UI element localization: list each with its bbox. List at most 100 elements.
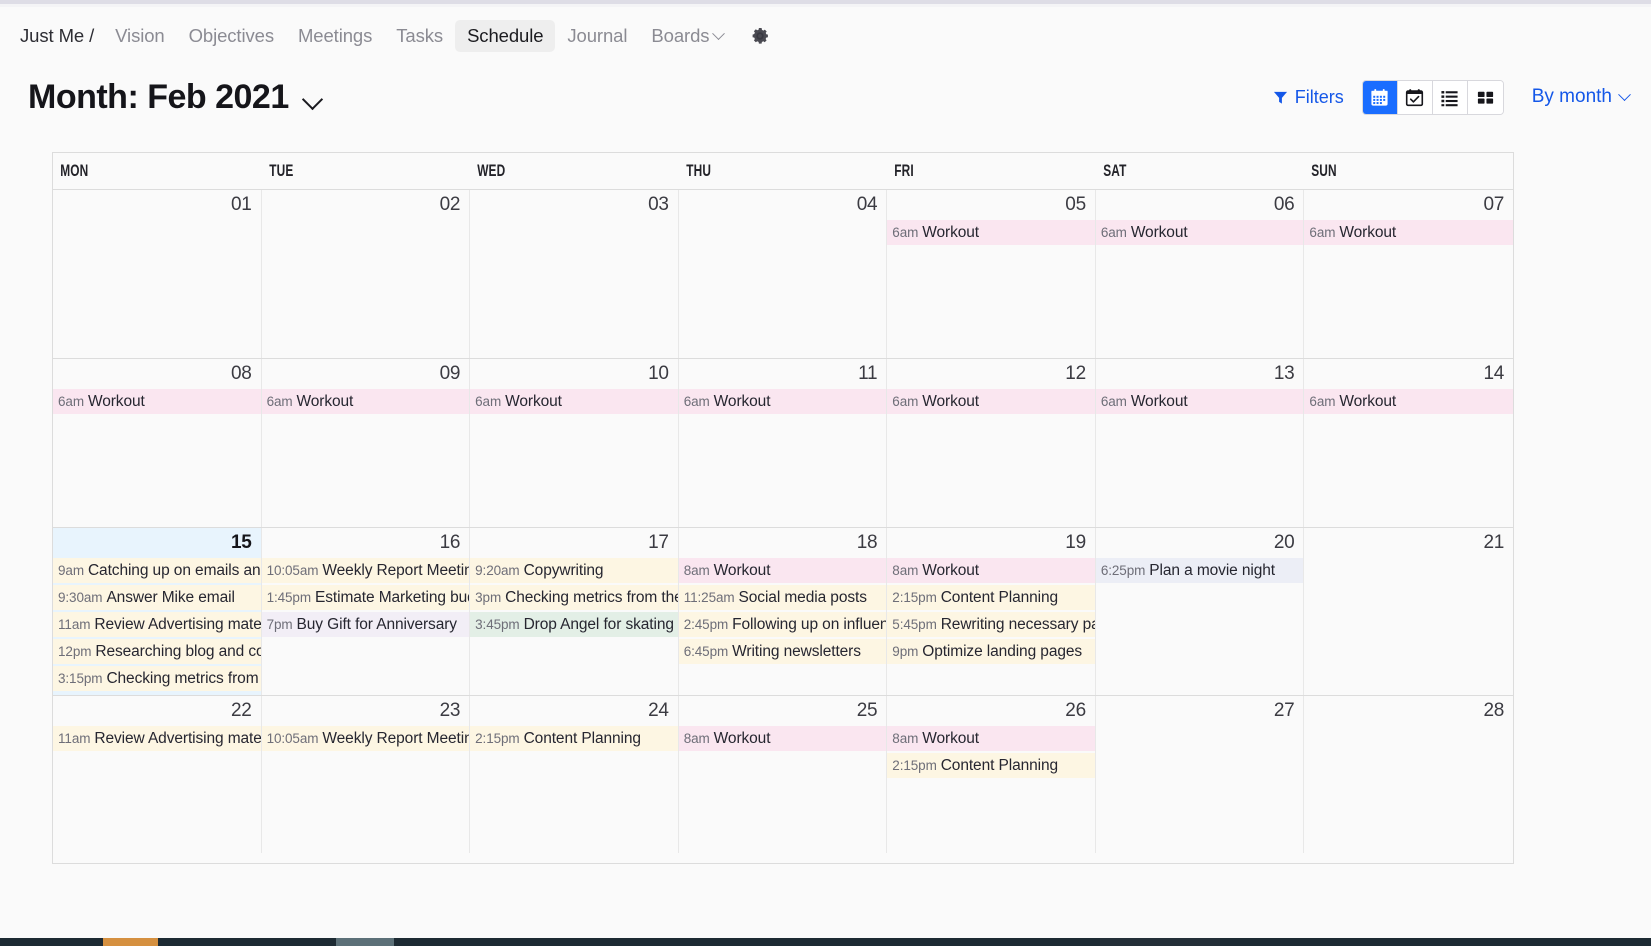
- calendar-event[interactable]: 9amCatching up on emails and Sl: [53, 558, 261, 583]
- calendar-day-cell[interactable]: 116amWorkout: [679, 359, 888, 527]
- calendar-event[interactable]: 9:30amAnswer Mike email: [53, 585, 261, 610]
- day-number[interactable]: 23: [262, 696, 470, 726]
- taskbar-item-grey[interactable]: [336, 938, 394, 946]
- calendar-event[interactable]: 2:15pmContent Planning: [887, 753, 1095, 778]
- taskbar-item-orange[interactable]: [103, 938, 158, 946]
- filters-button[interactable]: Filters: [1273, 87, 1344, 108]
- calendar-event[interactable]: 6amWorkout: [470, 389, 678, 414]
- calendar-event[interactable]: 6amWorkout: [1096, 389, 1304, 414]
- calendar-event[interactable]: 9pmOptimize landing pages: [887, 639, 1095, 664]
- calendar-event[interactable]: 6amWorkout: [679, 389, 887, 414]
- calendar-day-cell[interactable]: 056amWorkout: [887, 190, 1096, 358]
- day-number[interactable]: 04: [679, 190, 887, 220]
- calendar-day-cell[interactable]: 206:25pmPlan a movie night: [1096, 528, 1305, 695]
- calendar-day-cell[interactable]: 188amWorkout11:25amSocial media posts2:4…: [679, 528, 888, 695]
- calendar-event[interactable]: 8amWorkout: [887, 558, 1095, 583]
- day-number[interactable]: 10: [470, 359, 678, 389]
- gear-icon[interactable]: [747, 23, 773, 49]
- nav-home[interactable]: Just Me /: [18, 20, 103, 52]
- chevron-down-icon[interactable]: [302, 88, 323, 109]
- day-number[interactable]: 15: [53, 528, 261, 558]
- day-number[interactable]: 20: [1096, 528, 1304, 558]
- calendar-day-cell[interactable]: 242:15pmContent Planning: [470, 696, 679, 853]
- calendar-event[interactable]: 10:05amWeekly Report Meeting: [262, 726, 470, 751]
- day-number[interactable]: 27: [1096, 696, 1304, 726]
- day-number[interactable]: 03: [470, 190, 678, 220]
- day-number[interactable]: 09: [262, 359, 470, 389]
- view-list-button[interactable]: [1433, 81, 1468, 114]
- calendar-day-cell[interactable]: 159amCatching up on emails and Sl9:30amA…: [53, 528, 262, 695]
- day-number[interactable]: 26: [887, 696, 1095, 726]
- calendar-day-cell[interactable]: 03: [470, 190, 679, 358]
- nav-meetings[interactable]: Meetings: [286, 20, 384, 52]
- calendar-event[interactable]: 6amWorkout: [887, 389, 1095, 414]
- calendar-event[interactable]: 5:45pmRewriting necessary pages: [887, 612, 1095, 637]
- calendar-day-cell[interactable]: 258amWorkout: [679, 696, 888, 853]
- calendar-day-cell[interactable]: 27: [1096, 696, 1305, 853]
- calendar-day-cell[interactable]: 136amWorkout: [1096, 359, 1305, 527]
- calendar-day-cell[interactable]: 086amWorkout: [53, 359, 262, 527]
- calendar-day-cell[interactable]: 2310:05amWeekly Report Meeting: [262, 696, 471, 853]
- calendar-event[interactable]: 8amWorkout: [679, 726, 887, 751]
- calendar-event[interactable]: 1:45pmEstimate Marketing budge: [262, 585, 470, 610]
- day-number[interactable]: 01: [53, 190, 261, 220]
- calendar-day-cell[interactable]: 04: [679, 190, 888, 358]
- day-number[interactable]: 02: [262, 190, 470, 220]
- calendar-day-cell[interactable]: 01: [53, 190, 262, 358]
- calendar-day-cell[interactable]: 198amWorkout2:15pmContent Planning5:45pm…: [887, 528, 1096, 695]
- calendar-event[interactable]: 6:25pmPlan a movie night: [1096, 558, 1304, 583]
- calendar-event[interactable]: 2:15pmContent Planning: [887, 585, 1095, 610]
- day-number[interactable]: 06: [1096, 190, 1304, 220]
- day-number[interactable]: 19: [887, 528, 1095, 558]
- calendar-day-cell[interactable]: 268amWorkout2:15pmContent Planning: [887, 696, 1096, 853]
- day-number[interactable]: 18: [679, 528, 887, 558]
- calendar-event[interactable]: 6:45pmWriting newsletters: [679, 639, 887, 664]
- day-number[interactable]: 28: [1304, 696, 1513, 726]
- calendar-event[interactable]: 2:45pmFollowing up on influencer: [679, 612, 887, 637]
- calendar-event[interactable]: 11amReview Advertising materials: [53, 612, 261, 637]
- calendar-day-cell[interactable]: 1610:05amWeekly Report Meeting1:45pmEsti…: [262, 528, 471, 695]
- day-number[interactable]: 05: [887, 190, 1095, 220]
- day-number[interactable]: 14: [1304, 359, 1513, 389]
- view-month-button[interactable]: [1363, 81, 1398, 114]
- calendar-event[interactable]: 9:20amCopywriting: [470, 558, 678, 583]
- view-agenda-button[interactable]: [1398, 81, 1433, 114]
- calendar-day-cell[interactable]: 076amWorkout: [1304, 190, 1513, 358]
- calendar-event[interactable]: 2:15pmContent Planning: [470, 726, 678, 751]
- calendar-event[interactable]: 6amWorkout: [887, 220, 1095, 245]
- nav-journal[interactable]: Journal: [555, 20, 639, 52]
- calendar-day-cell[interactable]: 106amWorkout: [470, 359, 679, 527]
- nav-vision[interactable]: Vision: [103, 20, 176, 52]
- day-number[interactable]: 08: [53, 359, 261, 389]
- nav-schedule[interactable]: Schedule: [455, 20, 555, 52]
- taskbar-item-dark[interactable]: [1100, 938, 1220, 946]
- day-number[interactable]: 07: [1304, 190, 1513, 220]
- calendar-event[interactable]: 6amWorkout: [1304, 389, 1513, 414]
- calendar-event[interactable]: 3:15pmChecking metrics from the: [53, 666, 261, 691]
- nav-objectives[interactable]: Objectives: [177, 20, 286, 52]
- calendar-day-cell[interactable]: 146amWorkout: [1304, 359, 1513, 527]
- calendar-event[interactable]: 3pmChecking metrics from the la: [470, 585, 678, 610]
- range-selector[interactable]: By month: [1532, 86, 1629, 108]
- day-number[interactable]: 11: [679, 359, 887, 389]
- calendar-event[interactable]: 8amWorkout: [679, 558, 887, 583]
- calendar-event[interactable]: 3:45pmDrop Angel for skating cla: [470, 612, 678, 637]
- calendar-day-cell[interactable]: 179:20amCopywriting3pmChecking metrics f…: [470, 528, 679, 695]
- calendar-event[interactable]: 6amWorkout: [262, 389, 470, 414]
- day-number[interactable]: 22: [53, 696, 261, 726]
- day-number[interactable]: 21: [1304, 528, 1513, 558]
- calendar-event[interactable]: 6amWorkout: [53, 389, 261, 414]
- calendar-event[interactable]: 7pmBuy Gift for Anniversary: [262, 612, 470, 637]
- calendar-event[interactable]: 6amWorkout: [1304, 220, 1513, 245]
- calendar-event[interactable]: 8amWorkout: [887, 726, 1095, 751]
- calendar-event[interactable]: 6amWorkout: [1096, 220, 1304, 245]
- nav-tasks[interactable]: Tasks: [384, 20, 455, 52]
- calendar-day-cell[interactable]: 28: [1304, 696, 1513, 853]
- calendar-event[interactable]: 12pmResearching blog and conte: [53, 639, 261, 664]
- calendar-day-cell[interactable]: 096amWorkout: [262, 359, 471, 527]
- day-number[interactable]: 17: [470, 528, 678, 558]
- day-number[interactable]: 25: [679, 696, 887, 726]
- calendar-event[interactable]: 11:25amSocial media posts: [679, 585, 887, 610]
- day-number[interactable]: 24: [470, 696, 678, 726]
- day-number[interactable]: 12: [887, 359, 1095, 389]
